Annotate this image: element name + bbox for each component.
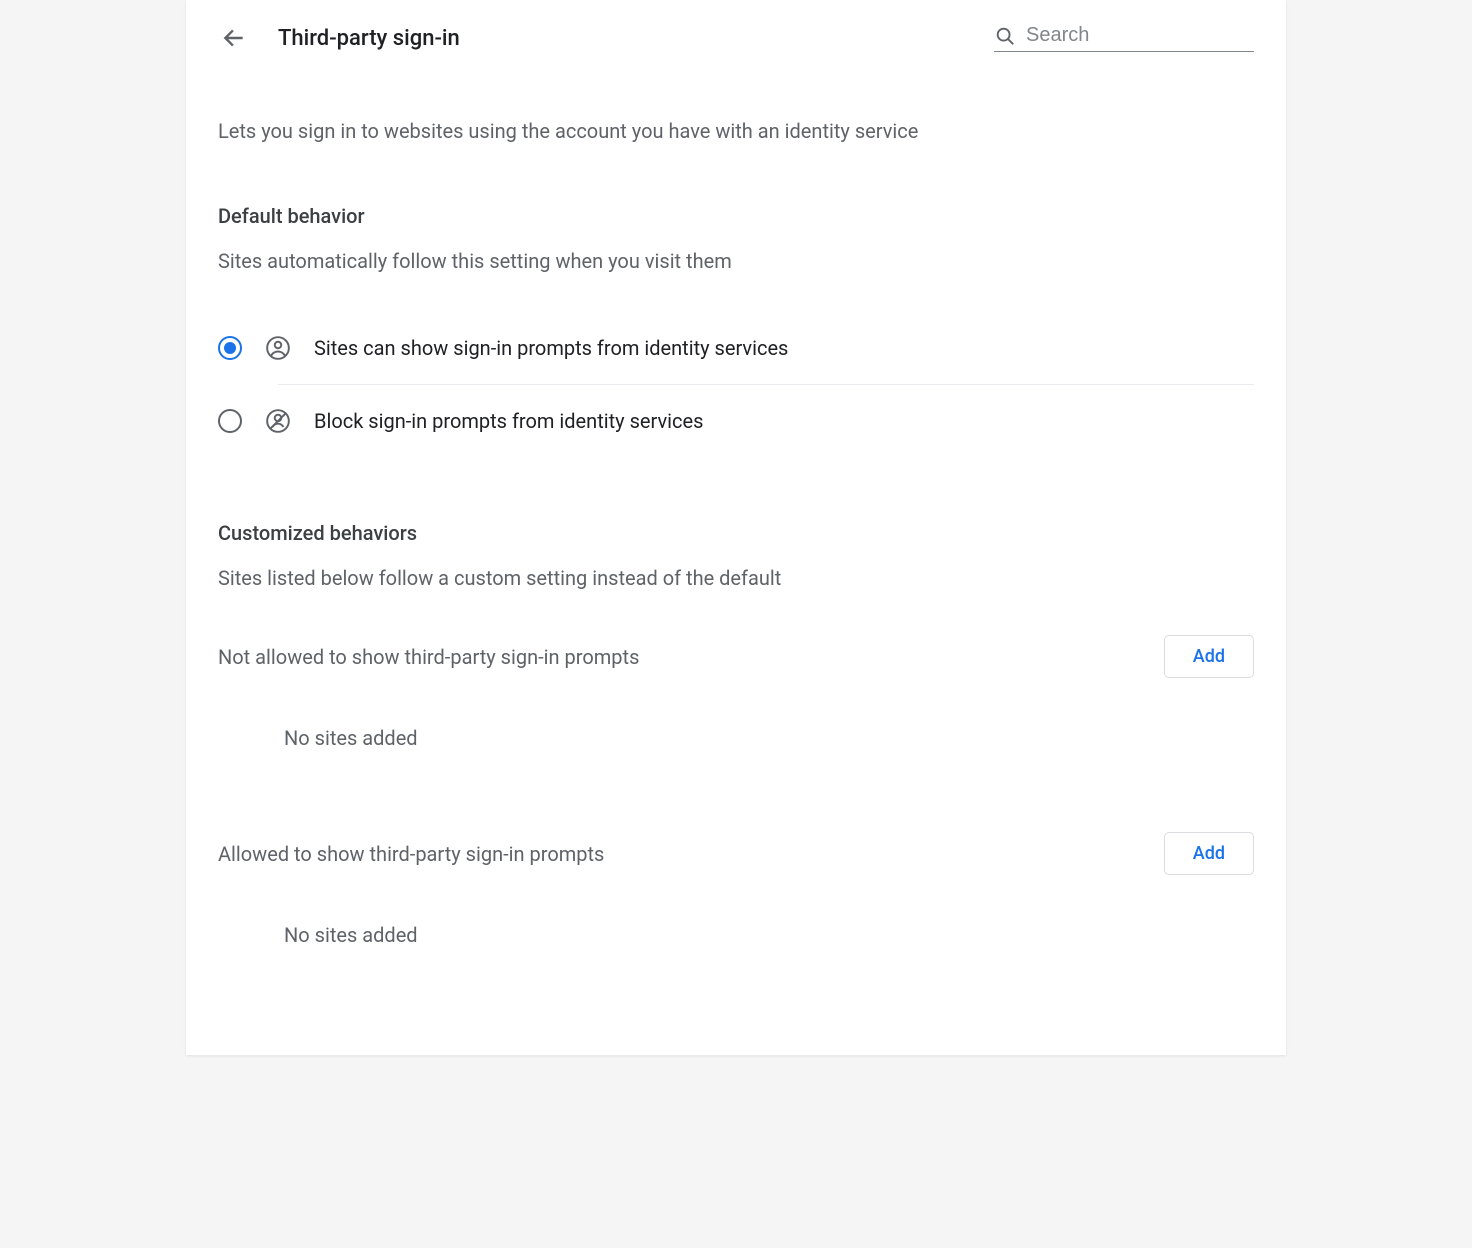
default-behavior-subheading: Sites automatically follow this setting … xyxy=(218,246,1254,276)
not-allowed-row: Not allowed to show third-party sign-in … xyxy=(218,629,1254,690)
search-input[interactable] xyxy=(1026,24,1254,47)
radio-button[interactable] xyxy=(218,409,242,433)
allowed-row: Allowed to show third-party sign-in prom… xyxy=(218,826,1254,887)
not-allowed-label: Not allowed to show third-party sign-in … xyxy=(218,645,639,669)
radio-label: Sites can show sign-in prompts from iden… xyxy=(314,336,788,360)
allowed-empty-text: No sites added xyxy=(218,887,1254,983)
customized-behaviors-heading: Customized behaviors xyxy=(218,521,1254,545)
content: Lets you sign in to websites using the a… xyxy=(186,76,1286,1055)
customized-behaviors-subheading: Sites listed below follow a custom setti… xyxy=(218,563,1254,593)
radio-button[interactable] xyxy=(218,336,242,360)
page-title: Third-party sign-in xyxy=(278,26,460,51)
default-behavior-radio-group: Sites can show sign-in prompts from iden… xyxy=(218,312,1254,457)
allowed-block: Allowed to show third-party sign-in prom… xyxy=(218,826,1254,983)
page-description: Lets you sign in to websites using the a… xyxy=(218,116,1254,146)
back-button[interactable] xyxy=(214,18,254,58)
add-allowed-button[interactable]: Add xyxy=(1164,832,1254,875)
not-allowed-block: Not allowed to show third-party sign-in … xyxy=(218,629,1254,786)
add-not-allowed-button[interactable]: Add xyxy=(1164,635,1254,678)
default-behavior-heading: Default behavior xyxy=(218,204,1254,228)
person-circle-icon xyxy=(264,334,292,362)
allowed-label: Allowed to show third-party sign-in prom… xyxy=(218,842,604,866)
radio-option-allow[interactable]: Sites can show sign-in prompts from iden… xyxy=(218,312,1254,384)
radio-label: Block sign-in prompts from identity serv… xyxy=(314,409,703,433)
settings-panel: Third-party sign-in Lets you sign in to … xyxy=(186,0,1286,1055)
radio-option-block[interactable]: Block sign-in prompts from identity serv… xyxy=(218,385,1254,457)
search-icon xyxy=(994,25,1016,47)
header: Third-party sign-in xyxy=(186,0,1286,76)
arrow-left-icon xyxy=(221,25,247,51)
block-icon xyxy=(264,407,292,435)
not-allowed-empty-text: No sites added xyxy=(218,690,1254,786)
search-field[interactable] xyxy=(994,24,1254,52)
